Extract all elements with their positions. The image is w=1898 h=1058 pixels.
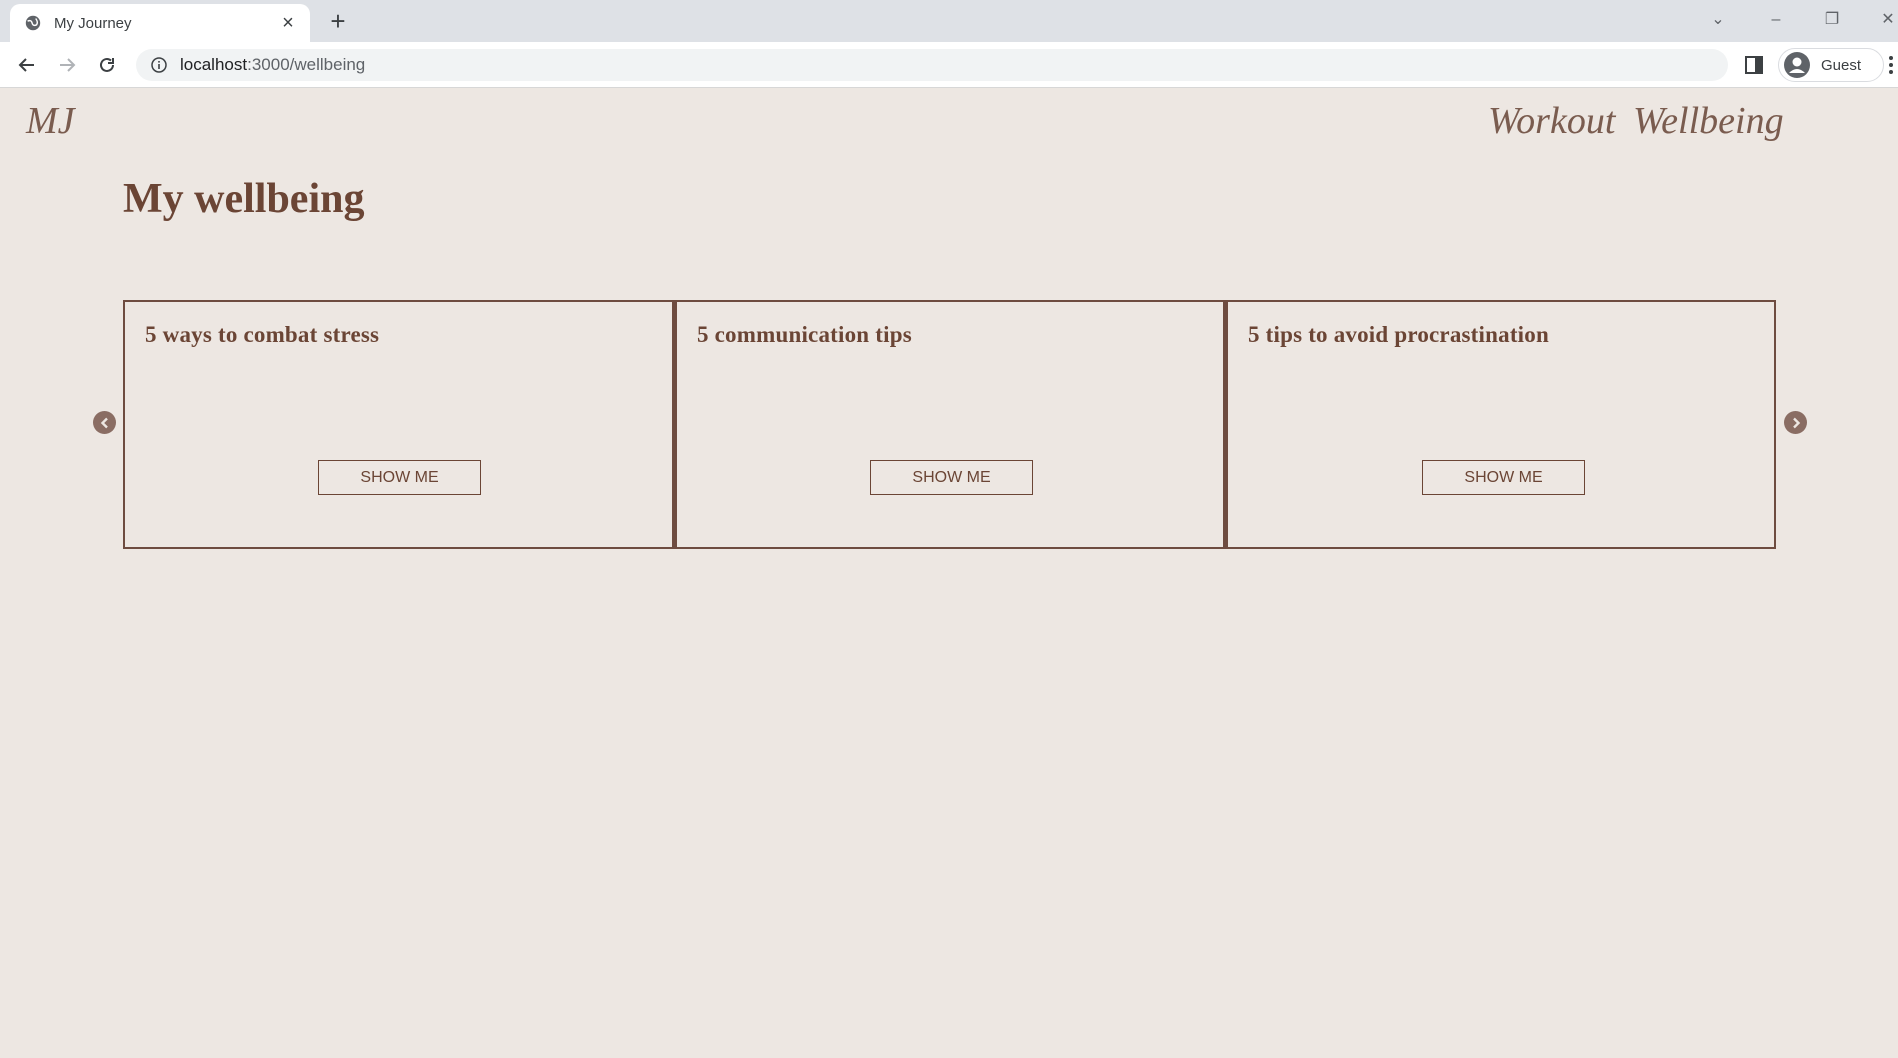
avatar-icon [1784,52,1810,78]
url-host: localhost [180,55,248,74]
browser-toolbar: localhost:3000/wellbeing Guest [0,42,1898,88]
show-me-button[interactable]: SHOW ME [870,460,1033,495]
page-title: My wellbeing [123,176,365,222]
site-info-icon[interactable] [150,56,168,74]
new-tab-icon[interactable]: + [326,8,350,34]
nav-workout[interactable]: Workout [1488,99,1615,143]
forward-icon[interactable] [53,51,81,79]
carousel-prev-button[interactable] [93,411,116,434]
show-me-button[interactable]: SHOW ME [1422,460,1585,495]
nav-wellbeing[interactable]: Wellbeing [1633,99,1784,143]
url-path: :3000/wellbeing [247,55,366,74]
address-bar[interactable]: localhost:3000/wellbeing [136,49,1728,81]
restore-icon[interactable]: ❐ [1820,8,1844,32]
card-title: 5 tips to avoid procrastination [1248,322,1549,347]
card-combat-stress: 5 ways to combat stress SHOW ME [123,300,674,549]
show-me-button[interactable]: SHOW ME [318,460,481,495]
carousel-next-button[interactable] [1784,411,1807,434]
back-icon[interactable] [13,51,41,79]
browser-tab[interactable]: My Journey × [10,4,310,42]
tab-title: My Journey [54,14,132,32]
chevron-right-icon [1792,417,1800,428]
tab-search-icon[interactable]: ⌄ [1706,8,1730,32]
page: MJ Workout Wellbeing My wellbeing 5 ways… [0,89,1898,1058]
carousel: 5 ways to combat stress SHOW ME 5 commun… [123,300,1776,549]
card-title: 5 ways to combat stress [145,322,380,347]
menu-kebab-icon[interactable] [1884,55,1898,75]
side-panel-icon[interactable] [1744,55,1764,75]
globe-icon [25,15,41,31]
chevron-left-icon [100,417,108,428]
brand-logo[interactable]: MJ [26,99,75,143]
card-communication-tips: 5 communication tips SHOW ME [674,300,1225,549]
close-tab-icon[interactable]: × [280,13,296,33]
profile-label: Guest [1821,56,1862,74]
card-title: 5 communication tips [697,322,912,347]
minimize-icon[interactable]: – [1764,8,1788,32]
browser-tabstrip: My Journey × + ⌄ – ❐ ✕ [0,0,1898,42]
window-close-icon[interactable]: ✕ [1876,8,1898,32]
card-avoid-procrastination: 5 tips to avoid procrastination SHOW ME [1225,300,1776,549]
reload-icon[interactable] [93,51,121,79]
profile-button[interactable]: Guest [1778,48,1884,82]
